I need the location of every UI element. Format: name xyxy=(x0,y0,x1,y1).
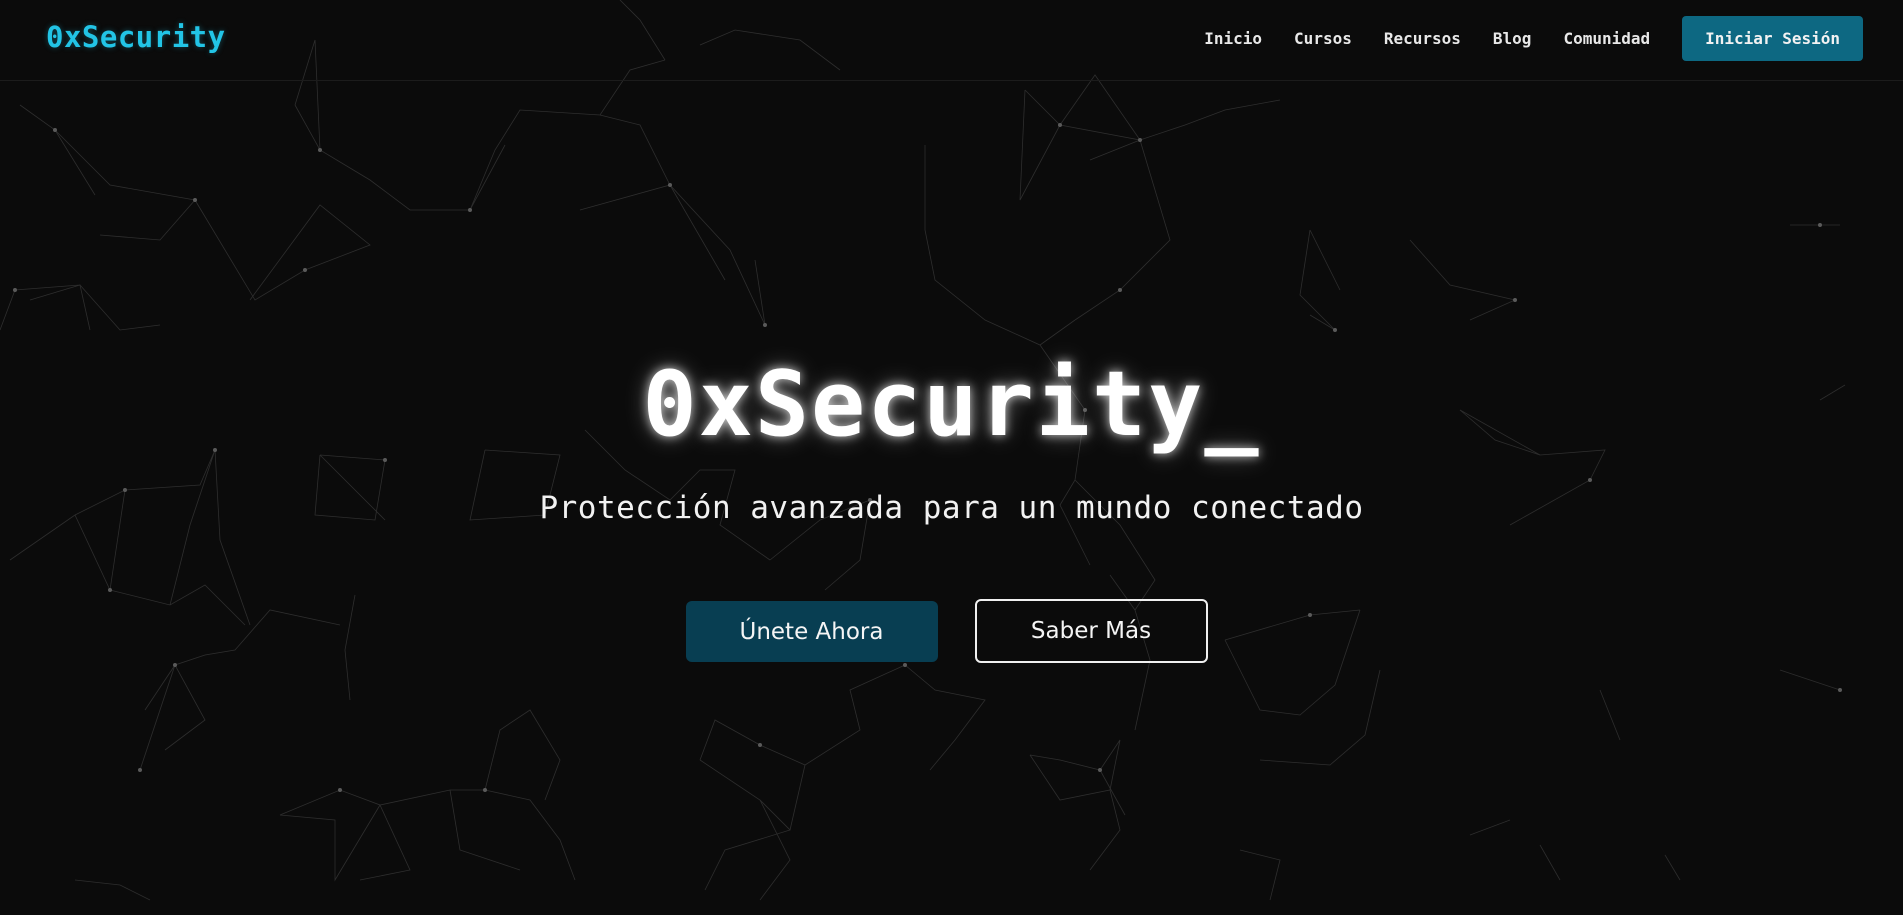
nav-item-cursos[interactable]: Cursos xyxy=(1294,29,1352,48)
hero-actions: Únete Ahora Saber Más xyxy=(0,599,1903,663)
brand-logo[interactable]: 0xSecurity xyxy=(46,20,226,54)
login-button[interactable]: Iniciar Sesión xyxy=(1682,16,1863,61)
join-now-button[interactable]: Únete Ahora xyxy=(685,601,938,662)
nav-item-comunidad[interactable]: Comunidad xyxy=(1563,29,1650,48)
hero-subtitle: Protección avanzada para un mundo conect… xyxy=(539,490,1364,526)
nav-item-inicio[interactable]: Inicio xyxy=(1204,29,1262,48)
nav-item-recursos[interactable]: Recursos xyxy=(1384,29,1461,48)
site-header: 0xSecurity Inicio Cursos Recursos Blog C… xyxy=(0,0,1903,81)
hero-section: 0xSecurity_ Protección avanzada para un … xyxy=(0,350,1903,528)
nav-item-blog[interactable]: Blog xyxy=(1493,29,1532,48)
hero-title: 0xSecurity_ xyxy=(642,352,1261,457)
main-nav: Inicio Cursos Recursos Blog Comunidad In… xyxy=(1204,16,1863,61)
learn-more-button[interactable]: Saber Más xyxy=(974,599,1208,663)
